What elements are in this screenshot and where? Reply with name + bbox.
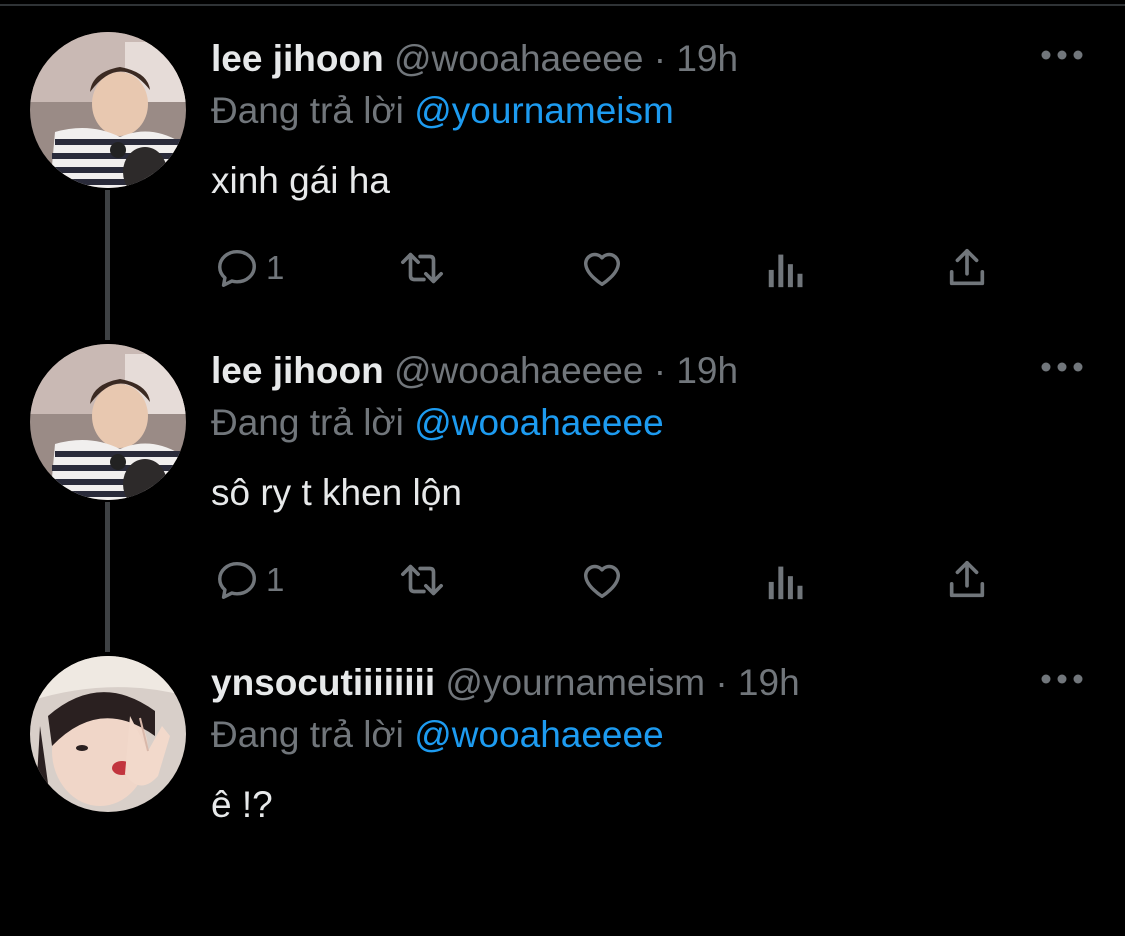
replying-to: Đang trả lời @yournameism — [211, 88, 674, 134]
separator-dot: · — [653, 38, 667, 79]
views-icon — [768, 566, 803, 600]
reply-icon — [218, 249, 256, 287]
views-icon — [768, 254, 803, 288]
more-button[interactable] — [1040, 45, 1084, 65]
more-icon — [1041, 674, 1083, 684]
avatar[interactable] — [30, 32, 186, 188]
reply-icon — [218, 561, 256, 599]
more-icon — [1041, 362, 1083, 372]
action-bar: 1 — [214, 244, 1014, 292]
retweet-icon — [401, 564, 443, 596]
timestamp[interactable]: 19h — [676, 350, 738, 391]
replying-prefix: Đang trả lời — [211, 90, 404, 131]
reply-mention[interactable]: @yournameism — [414, 90, 674, 131]
display-name[interactable]: ynsocutiiiiiiii — [211, 662, 435, 703]
tweet-text: xinh gái ha — [211, 160, 390, 201]
reply-button[interactable]: 1 — [214, 244, 284, 292]
views-button[interactable] — [764, 556, 808, 604]
retweet-button[interactable] — [394, 244, 450, 292]
reply-count: 1 — [266, 249, 285, 286]
views-button[interactable] — [764, 244, 808, 292]
handle[interactable]: @yournameism — [445, 662, 705, 703]
action-bar: 1 — [214, 556, 1014, 604]
replying-prefix: Đang trả lời — [211, 714, 404, 755]
share-button[interactable] — [944, 556, 990, 604]
heart-icon — [583, 564, 621, 599]
replying-prefix: Đang trả lời — [211, 402, 404, 443]
avatar[interactable] — [30, 344, 186, 500]
like-button[interactable] — [578, 244, 626, 292]
like-button[interactable] — [578, 556, 626, 604]
tweet-header: lee jihoon @wooahaeeee · 19h — [211, 348, 738, 394]
tweet[interactable]: lee jihoon @wooahaeeee · 19h Đang trả lờ… — [0, 0, 1125, 312]
tweet-header: ynsocutiiiiiiii @yournameism · 19h — [211, 660, 800, 706]
replying-to: Đang trả lời @wooahaeeee — [211, 400, 664, 446]
tweet-text: ê !? — [211, 784, 273, 825]
separator-dot: · — [653, 350, 667, 391]
handle[interactable]: @wooahaeeee — [394, 38, 643, 79]
avatar[interactable] — [30, 656, 186, 812]
share-icon — [949, 248, 985, 286]
tweet-header: lee jihoon @wooahaeeee · 19h — [211, 36, 738, 82]
more-icon — [1041, 50, 1083, 60]
handle[interactable]: @wooahaeeee — [394, 350, 643, 391]
tweet[interactable]: lee jihoon @wooahaeeee · 19h Đang trả lờ… — [0, 312, 1125, 624]
retweet-button[interactable] — [394, 556, 450, 604]
share-button[interactable] — [944, 244, 990, 292]
reply-mention[interactable]: @wooahaeeee — [414, 714, 663, 755]
reply-count: 1 — [266, 561, 285, 598]
tweet-text: sô ry t khen lộn — [211, 472, 462, 513]
display-name[interactable]: lee jihoon — [211, 38, 384, 79]
timestamp[interactable]: 19h — [676, 38, 738, 79]
more-button[interactable] — [1040, 669, 1084, 689]
retweet-icon — [401, 252, 443, 284]
separator-dot: · — [715, 662, 728, 703]
reply-button[interactable]: 1 — [214, 556, 284, 604]
more-button[interactable] — [1040, 357, 1084, 377]
heart-icon — [583, 252, 621, 287]
replying-to: Đang trả lời @wooahaeeee — [211, 712, 664, 758]
timestamp[interactable]: 19h — [738, 662, 800, 703]
tweet[interactable]: ynsocutiiiiiiii @yournameism · 19h Đang … — [0, 624, 1125, 936]
display-name[interactable]: lee jihoon — [211, 350, 384, 391]
reply-mention[interactable]: @wooahaeeee — [414, 402, 663, 443]
share-icon — [949, 560, 985, 598]
